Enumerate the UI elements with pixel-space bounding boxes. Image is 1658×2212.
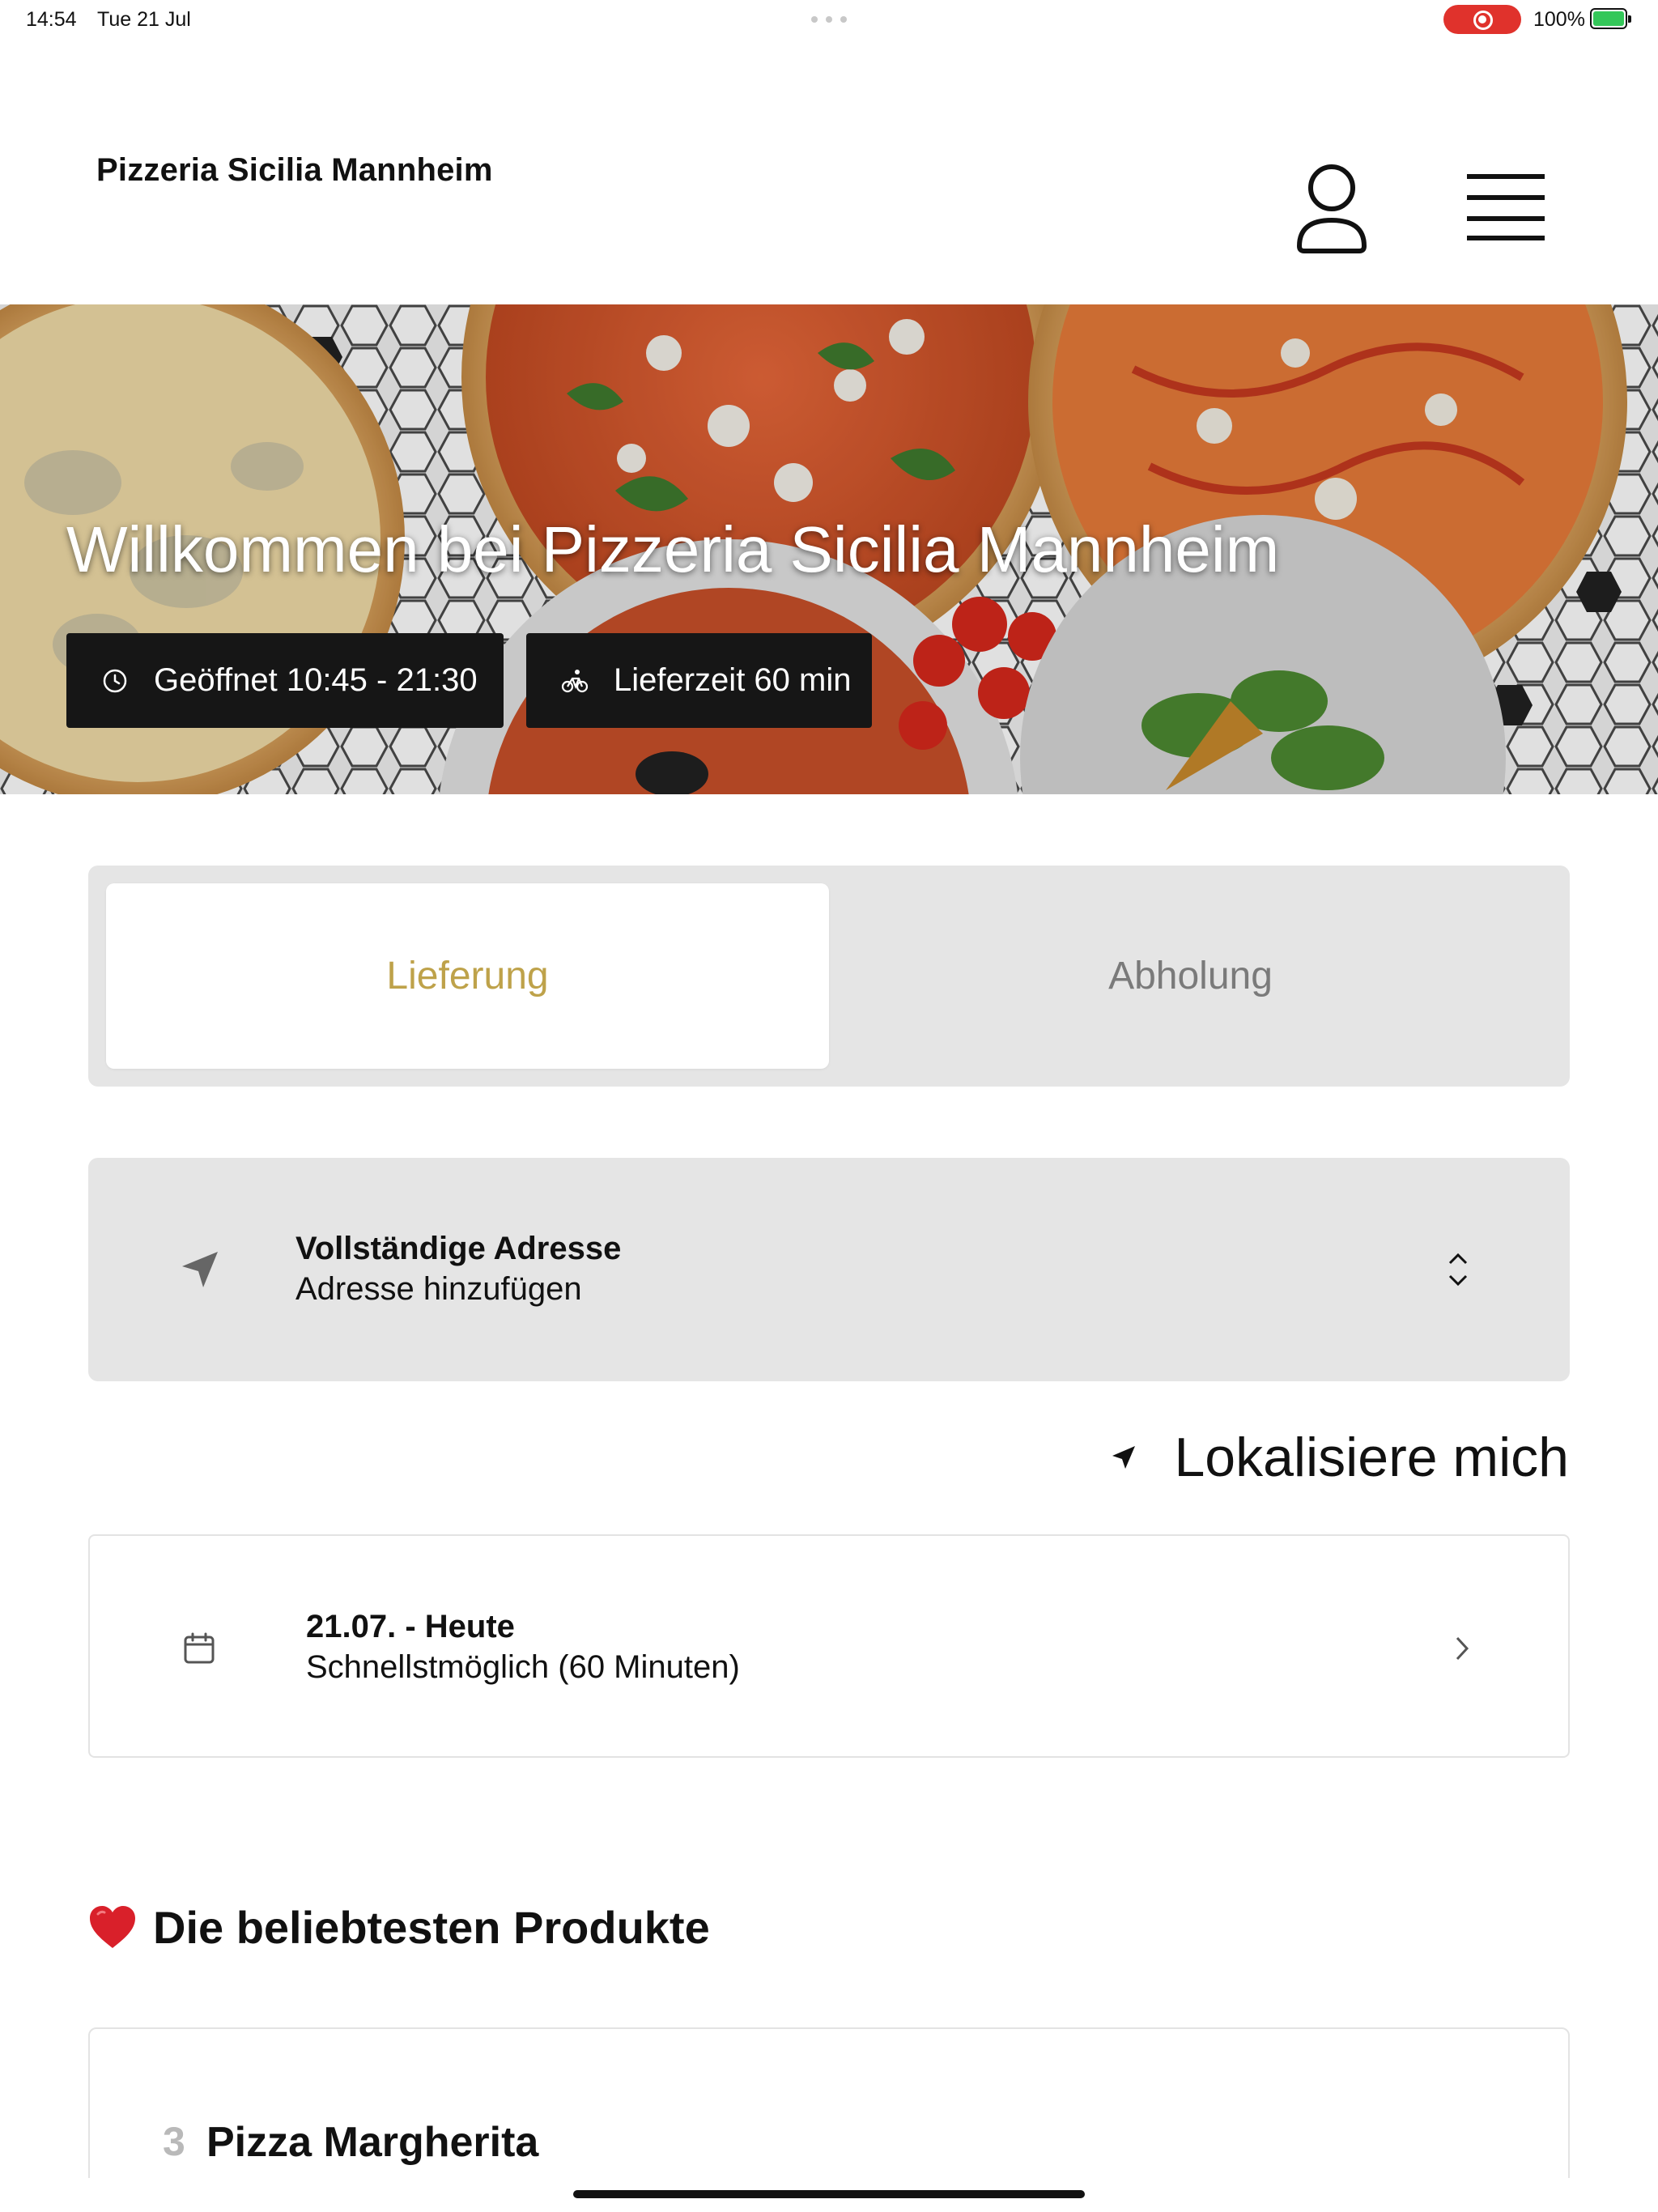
popular-products-heading: Die beliebtesten Produkte <box>88 1899 710 1955</box>
location-arrow-icon <box>1107 1441 1140 1474</box>
chevron-right-icon <box>1450 1631 1474 1665</box>
hero-title: Willkommen bei Pizzeria Sicilia Mannheim <box>66 513 1280 585</box>
navigation-arrow-icon <box>179 1249 221 1291</box>
address-label: Vollständige Adresse <box>295 1231 622 1266</box>
brand-name[interactable]: Pizzeria Sicilia Mannheim <box>96 152 493 189</box>
home-indicator[interactable] <box>573 2190 1085 2198</box>
screen-recording-icon[interactable] <box>1443 5 1521 34</box>
schedule-date: 21.07. - Heute <box>306 1609 515 1644</box>
battery-icon <box>1590 8 1631 29</box>
opening-hours-text: Geöffnet 10:45 - 21:30 <box>154 662 478 698</box>
battery-percent: 100% <box>1533 8 1585 31</box>
hero-banner: Willkommen bei Pizzeria Sicilia Mannheim… <box>0 304 1658 794</box>
delivery-time-text: Lieferzeit 60 min <box>614 662 852 698</box>
popular-products-title: Die beliebtesten Produkte <box>153 1901 710 1953</box>
address-value: Adresse hinzufügen <box>295 1271 582 1307</box>
multitasking-dots[interactable] <box>811 16 847 23</box>
site-header: Pizzeria Sicilia Mannheim <box>0 37 1658 304</box>
chevron-up-down-icon <box>1443 1247 1473 1292</box>
calendar-icon <box>182 1631 216 1665</box>
product-name: Pizza Margherita <box>206 2119 539 2166</box>
locate-me-label: Lokalisiere mich <box>1174 1427 1569 1488</box>
clock-icon <box>99 665 131 697</box>
address-selector[interactable]: Vollständige Adresse Adresse hinzufügen <box>88 1158 1570 1381</box>
hamburger-menu-icon[interactable] <box>1465 171 1546 244</box>
status-bar: 14:54 Tue 21 Jul 100% <box>0 0 1658 37</box>
delivery-schedule-selector[interactable]: 21.07. - Heute Schnellstmöglich (60 Minu… <box>88 1534 1570 1758</box>
status-date: Tue 21 Jul <box>97 8 191 31</box>
locate-me-button[interactable]: Lokalisiere mich <box>1107 1425 1569 1490</box>
delivery-time-chip: Lieferzeit 60 min <box>526 633 872 728</box>
order-mode-switch: Lieferung Abholung <box>88 866 1570 1087</box>
heart-icon <box>88 1904 137 1950</box>
opening-hours-chip: Geöffnet 10:45 - 21:30 <box>66 633 504 728</box>
user-icon[interactable] <box>1293 159 1371 256</box>
tab-abholung[interactable]: Abholung <box>829 883 1552 1069</box>
product-rank: 3 <box>163 2119 185 2164</box>
schedule-time: Schnellstmöglich (60 Minuten) <box>306 1649 740 1685</box>
tab-lieferung[interactable]: Lieferung <box>106 883 829 1069</box>
bicycle-icon <box>559 665 591 697</box>
status-time: 14:54 <box>26 8 77 31</box>
